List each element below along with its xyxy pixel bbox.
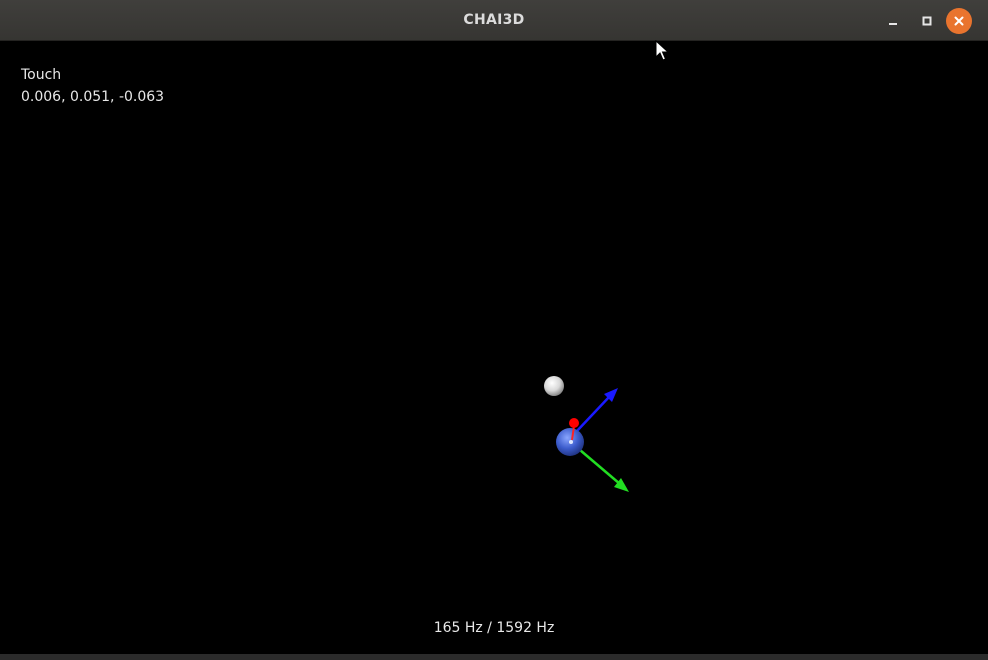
mouse-pointer-icon xyxy=(655,40,669,61)
y-axis-arrow xyxy=(579,449,629,492)
device-name-label: Touch xyxy=(21,67,62,83)
haptic-rate-label: 165 Hz / 1592 Hz xyxy=(433,620,555,636)
z-axis-arrow xyxy=(575,388,618,433)
window-bottom-edge xyxy=(0,654,988,660)
target-sphere xyxy=(544,376,564,396)
cursor-highlight xyxy=(569,440,573,444)
device-position-label: 0.006, 0.051, -0.063 xyxy=(21,89,165,105)
